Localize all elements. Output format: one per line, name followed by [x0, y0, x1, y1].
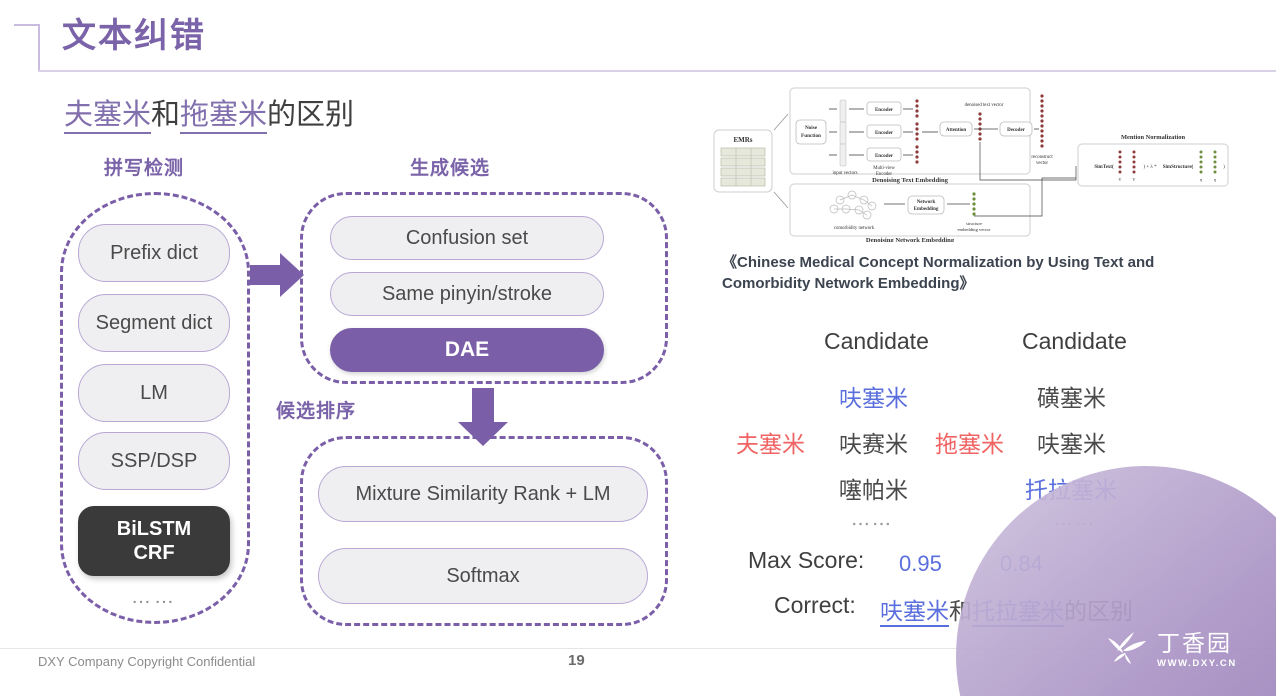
- svg-text:Encoder: Encoder: [875, 108, 894, 113]
- svg-text:reconstruct: reconstruct: [1031, 155, 1053, 160]
- header-rule: [38, 70, 1276, 72]
- svg-text:Noise: Noise: [805, 125, 818, 131]
- svg-text:EMRs: EMRs: [733, 136, 752, 144]
- title-bracket-vertical: [38, 24, 40, 72]
- pill-bilstm-crf-line1: BiLSTM: [116, 518, 192, 540]
- page-number: 19: [568, 652, 585, 669]
- svg-text:input vectors: input vectors: [833, 171, 858, 176]
- svg-text:Mention Normalization: Mention Normalization: [1121, 134, 1186, 141]
- svg-text:denoised text vector: denoised text vector: [965, 103, 1004, 108]
- candidate-1-ellipsis: ……: [851, 508, 893, 530]
- svg-text:Encoder: Encoder: [875, 131, 894, 136]
- svg-text:Denoising Network Embedding: Denoising Network Embedding: [866, 237, 955, 242]
- candidate-2-1: 磺塞米: [1037, 386, 1106, 412]
- correct-label: Correct:: [774, 592, 856, 618]
- section-label-spelling-detection: 拼写检测: [104, 158, 185, 179]
- svg-text:SimText(: SimText(: [1094, 165, 1114, 170]
- svg-text:vector: vector: [1036, 161, 1048, 166]
- pill-bilstm-crf-line2: CRF: [133, 542, 175, 564]
- source-term-1: 夫塞米: [736, 432, 805, 458]
- pill-softmax[interactable]: Softmax: [318, 548, 648, 604]
- candidate-column-2-header: Candidate: [1022, 328, 1127, 354]
- correct-term-1: 呋塞米: [880, 599, 949, 627]
- pill-confusion-set[interactable]: Confusion set: [330, 216, 604, 260]
- section-label-generate-candidates: 生成候选: [410, 158, 491, 179]
- svg-text:comorbidity network: comorbidity network: [834, 226, 875, 231]
- dxy-logo-name: 丁香园: [1157, 629, 1232, 656]
- subtitle-tail: 的区别: [267, 97, 355, 131]
- footer-copyright: DXY Company Copyright Confidential: [38, 654, 256, 669]
- pill-same-pinyin-stroke[interactable]: Same pinyin/stroke: [330, 272, 604, 316]
- spelling-detection-ellipsis: ……: [131, 586, 177, 608]
- arrow-down-icon: [458, 388, 508, 446]
- pill-prefix-dict[interactable]: Prefix dict: [78, 224, 230, 282]
- subtitle-joiner: 和: [151, 97, 181, 131]
- pill-dae[interactable]: DAE: [330, 328, 604, 372]
- page-title: 文本纠错: [62, 17, 206, 55]
- candidate-1-2: 呋赛米: [839, 432, 908, 458]
- svg-text:SimStructure(: SimStructure(: [1163, 165, 1194, 170]
- section-label-candidate-ranking: 候选排序: [276, 401, 357, 422]
- subtitle: 夫塞米和拖塞米的区别: [64, 94, 354, 134]
- candidate-column-1-header: Candidate: [824, 328, 929, 354]
- candidate-1-1: 呋塞米: [839, 386, 908, 412]
- title-bracket-horizontal: [14, 24, 40, 26]
- svg-text:Embedding: Embedding: [914, 207, 939, 212]
- svg-text:structure: structure: [966, 221, 982, 226]
- svg-text:Denoising Text Embedding: Denoising Text Embedding: [872, 177, 949, 184]
- candidate-2-2: 呋塞米: [1037, 432, 1106, 458]
- svg-text:Decoder: Decoder: [1007, 128, 1026, 133]
- subtitle-error-term-1: 夫塞米: [64, 97, 152, 134]
- paper-caption: 《Chinese Medical Concept Normalization b…: [722, 254, 1155, 292]
- subtitle-error-term-2: 拖塞米: [180, 97, 268, 134]
- svg-text:Encoder: Encoder: [875, 154, 894, 159]
- paper-architecture-figure: EMRs Noise Function input vectors Encode…: [713, 87, 1229, 242]
- slide-canvas: 文本纠错 夫塞米和拖塞米的区别 拼写检测 生成候选 候选排序 Prefix di…: [0, 0, 1276, 696]
- arrow-right-icon: [250, 253, 304, 297]
- candidate-1-3: 噻帕米: [839, 478, 908, 504]
- dxy-leaf-icon: [1108, 632, 1146, 664]
- svg-text:Function: Function: [801, 133, 821, 139]
- dxy-logo-url: WWW.DXY.CN: [1157, 657, 1237, 669]
- pill-segment-dict[interactable]: Segment dict: [78, 294, 230, 352]
- dxy-logo: 丁香园 WWW.DXY.CN: [1104, 620, 1272, 680]
- pill-bilstm-crf[interactable]: BiLSTM CRF: [78, 506, 230, 576]
- dxy-logo-text: 丁香园 WWW.DXY.CN: [1157, 629, 1237, 669]
- pill-mixture-similarity-rank-lm[interactable]: Mixture Similarity Rank + LM: [318, 466, 648, 522]
- svg-text:Multi-view: Multi-view: [873, 166, 895, 171]
- svg-text:) + λ *: ) + λ *: [1143, 165, 1157, 170]
- pill-ssp-dsp[interactable]: SSP/DSP: [78, 432, 230, 490]
- source-term-2: 拖塞米: [935, 432, 1004, 458]
- svg-text:embedding vector: embedding vector: [957, 227, 991, 232]
- svg-text:Network: Network: [917, 200, 936, 205]
- pill-lm[interactable]: LM: [78, 364, 230, 422]
- svg-text:Attention: Attention: [946, 128, 966, 133]
- max-score-label: Max Score:: [748, 547, 865, 573]
- max-score-value-1: 0.95: [899, 551, 942, 576]
